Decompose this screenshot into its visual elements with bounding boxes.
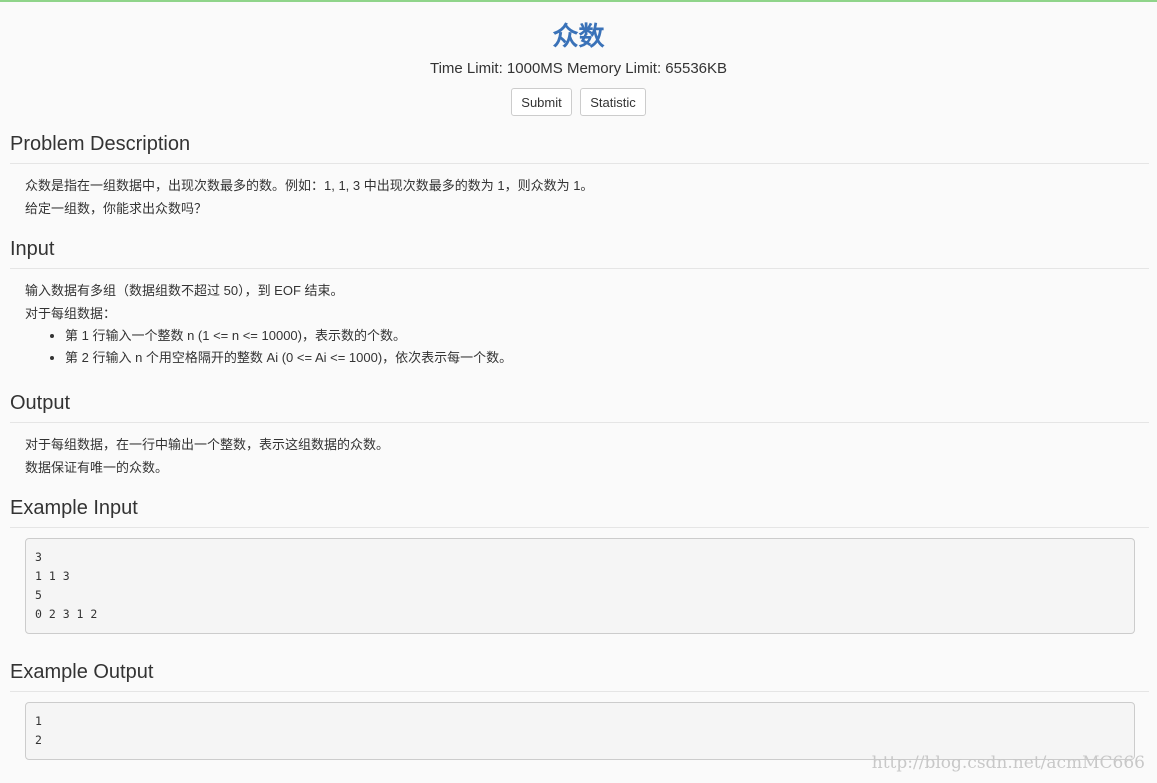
input-heading: Input bbox=[10, 236, 1149, 269]
input-body: 输入数据有多组（数据组数不超过 50），到 EOF 结束。 对于每组数据： 第 … bbox=[0, 269, 1157, 369]
description-line: 给定一组数，你能求出众数吗？ bbox=[25, 201, 208, 216]
example-input-heading: Example Input bbox=[10, 495, 1149, 528]
output-body: 对于每组数据，在一行中输出一个整数，表示这组数据的众数。 数据保证有唯一的众数。 bbox=[0, 423, 1157, 479]
output-line: 数据保证有唯一的众数。 bbox=[25, 460, 169, 475]
watermark-text: http://blog.csdn.net/acmMC666 bbox=[871, 753, 1145, 773]
input-section: Input 输入数据有多组（数据组数不超过 50），到 EOF 结束。 对于每组… bbox=[0, 236, 1157, 369]
description-line: 众数是指在一组数据中，出现次数最多的数。例如：1, 1, 3 中出现次数最多的数… bbox=[25, 178, 594, 193]
output-heading: Output bbox=[10, 390, 1149, 423]
description-body: 众数是指在一组数据中，出现次数最多的数。例如：1, 1, 3 中出现次数最多的数… bbox=[0, 164, 1157, 220]
statistic-button[interactable]: Statistic bbox=[580, 88, 646, 116]
example-output-heading: Example Output bbox=[10, 659, 1149, 692]
input-bullet-list: 第 1 行输入一个整数 n (1 <= n <= 10000)，表示数的个数。 … bbox=[25, 325, 1157, 369]
input-bullet: 第 2 行输入 n 个用空格隔开的整数 Ai (0 <= Ai <= 1000)… bbox=[65, 347, 1157, 369]
description-section: Problem Description 众数是指在一组数据中，出现次数最多的数。… bbox=[0, 131, 1157, 220]
output-line: 对于每组数据，在一行中输出一个整数，表示这组数据的众数。 bbox=[25, 437, 390, 452]
top-accent-bar bbox=[0, 0, 1157, 2]
output-section: Output 对于每组数据，在一行中输出一个整数，表示这组数据的众数。 数据保证… bbox=[0, 390, 1157, 479]
input-line: 对于每组数据： bbox=[25, 306, 117, 321]
input-line: 输入数据有多组（数据组数不超过 50），到 EOF 结束。 bbox=[25, 283, 344, 298]
example-input-section: Example Input 3 1 1 3 5 0 2 3 1 2 bbox=[0, 495, 1157, 634]
example-input-block: 3 1 1 3 5 0 2 3 1 2 bbox=[25, 538, 1135, 634]
description-heading: Problem Description bbox=[10, 131, 1149, 164]
submit-button[interactable]: Submit bbox=[511, 88, 572, 116]
problem-header: 众数 Time Limit: 1000MS Memory Limit: 6553… bbox=[0, 18, 1157, 116]
input-bullet: 第 1 行输入一个整数 n (1 <= n <= 10000)，表示数的个数。 bbox=[65, 325, 1157, 347]
example-output-block: 1 2 bbox=[25, 702, 1135, 760]
action-buttons: Submit Statistic bbox=[0, 88, 1157, 116]
problem-title: 众数 bbox=[552, 21, 605, 51]
example-output-section: Example Output 1 2 bbox=[0, 659, 1157, 760]
problem-limits: Time Limit: 1000MS Memory Limit: 65536KB bbox=[429, 60, 728, 77]
